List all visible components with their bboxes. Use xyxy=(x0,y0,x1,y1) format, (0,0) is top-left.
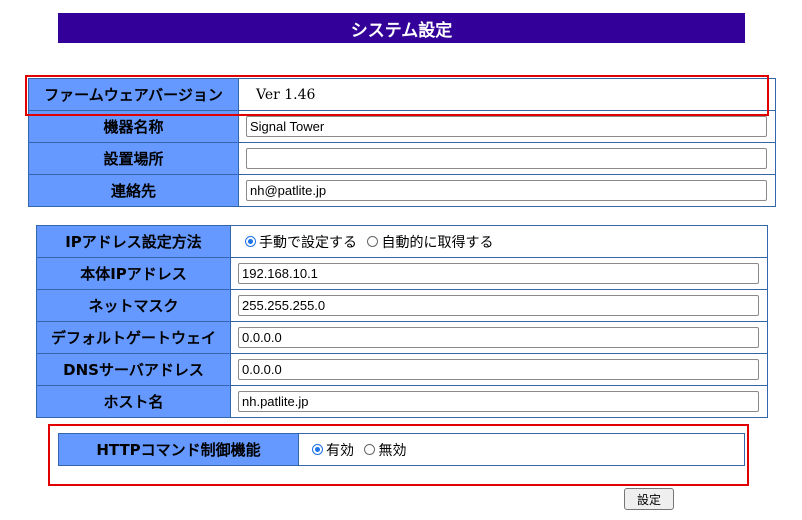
netmask-row: ネットマスク xyxy=(36,289,768,322)
http-disable-label: 無効 xyxy=(378,442,407,459)
radio-unchecked-icon xyxy=(364,444,376,455)
ip-manual-radio[interactable]: 手動で設定する xyxy=(245,232,357,252)
ip-method-radios: 手動で設定する 自動的に取得する xyxy=(230,225,768,258)
host-row: ホスト名 xyxy=(36,385,768,418)
ip-row: 本体IPアドレス xyxy=(36,257,768,290)
ip-label: 本体IPアドレス xyxy=(36,257,231,290)
location-input[interactable] xyxy=(246,148,767,169)
gateway-label: デフォルトゲートウェイ xyxy=(36,321,231,354)
device-name-input[interactable] xyxy=(246,116,767,137)
http-row: HTTPコマンド制御機能 有効 無効 xyxy=(58,433,745,466)
device-name-label: 機器名称 xyxy=(28,110,239,143)
location-label: 設置場所 xyxy=(28,142,239,175)
radio-checked-icon xyxy=(312,444,323,455)
location-row: 設置場所 xyxy=(28,142,776,175)
contact-label: 連絡先 xyxy=(28,174,239,207)
host-input[interactable] xyxy=(238,391,759,412)
ip-input[interactable] xyxy=(238,263,759,284)
contact-row: 連絡先 xyxy=(28,174,776,207)
ip-method-row: IPアドレス設定方法 手動で設定する 自動的に取得する xyxy=(36,225,768,258)
http-radios: 有効 無効 xyxy=(298,433,745,466)
device-name-row: 機器名称 xyxy=(28,110,776,143)
http-disable-radio[interactable]: 無効 xyxy=(364,440,406,460)
ip-auto-radio[interactable]: 自動的に取得する xyxy=(367,232,493,252)
http-table: HTTPコマンド制御機能 有効 無効 xyxy=(58,433,745,466)
firmware-row: ファームウェアバージョン Ver 1.46 xyxy=(28,78,776,111)
gateway-row: デフォルトゲートウェイ xyxy=(36,321,768,354)
device-table: ファームウェアバージョン Ver 1.46 機器名称 設置場所 連絡先 xyxy=(28,78,776,207)
page-title: システム設定 xyxy=(58,13,745,43)
http-enable-radio[interactable]: 有効 xyxy=(312,440,354,460)
dns-input[interactable] xyxy=(238,359,759,380)
netmask-input[interactable] xyxy=(238,295,759,316)
ip-manual-label: 手動で設定する xyxy=(259,234,357,251)
ip-auto-label: 自動的に取得する xyxy=(381,234,494,251)
dns-row: DNSサーバアドレス xyxy=(36,353,768,386)
submit-button[interactable]: 設定 xyxy=(624,488,674,510)
gateway-input[interactable] xyxy=(238,327,759,348)
firmware-value: Ver 1.46 xyxy=(238,78,776,111)
ip-method-label: IPアドレス設定方法 xyxy=(36,225,231,258)
radio-unchecked-icon xyxy=(367,236,379,247)
http-label: HTTPコマンド制御機能 xyxy=(58,433,299,466)
radio-checked-icon xyxy=(245,236,256,247)
network-table: IPアドレス設定方法 手動で設定する 自動的に取得する 本体IPアドレス ネット… xyxy=(36,225,768,418)
http-enable-label: 有効 xyxy=(326,442,354,459)
contact-input[interactable] xyxy=(246,180,767,201)
dns-label: DNSサーバアドレス xyxy=(36,353,231,386)
host-label: ホスト名 xyxy=(36,385,231,418)
netmask-label: ネットマスク xyxy=(36,289,231,322)
firmware-label: ファームウェアバージョン xyxy=(28,78,239,111)
